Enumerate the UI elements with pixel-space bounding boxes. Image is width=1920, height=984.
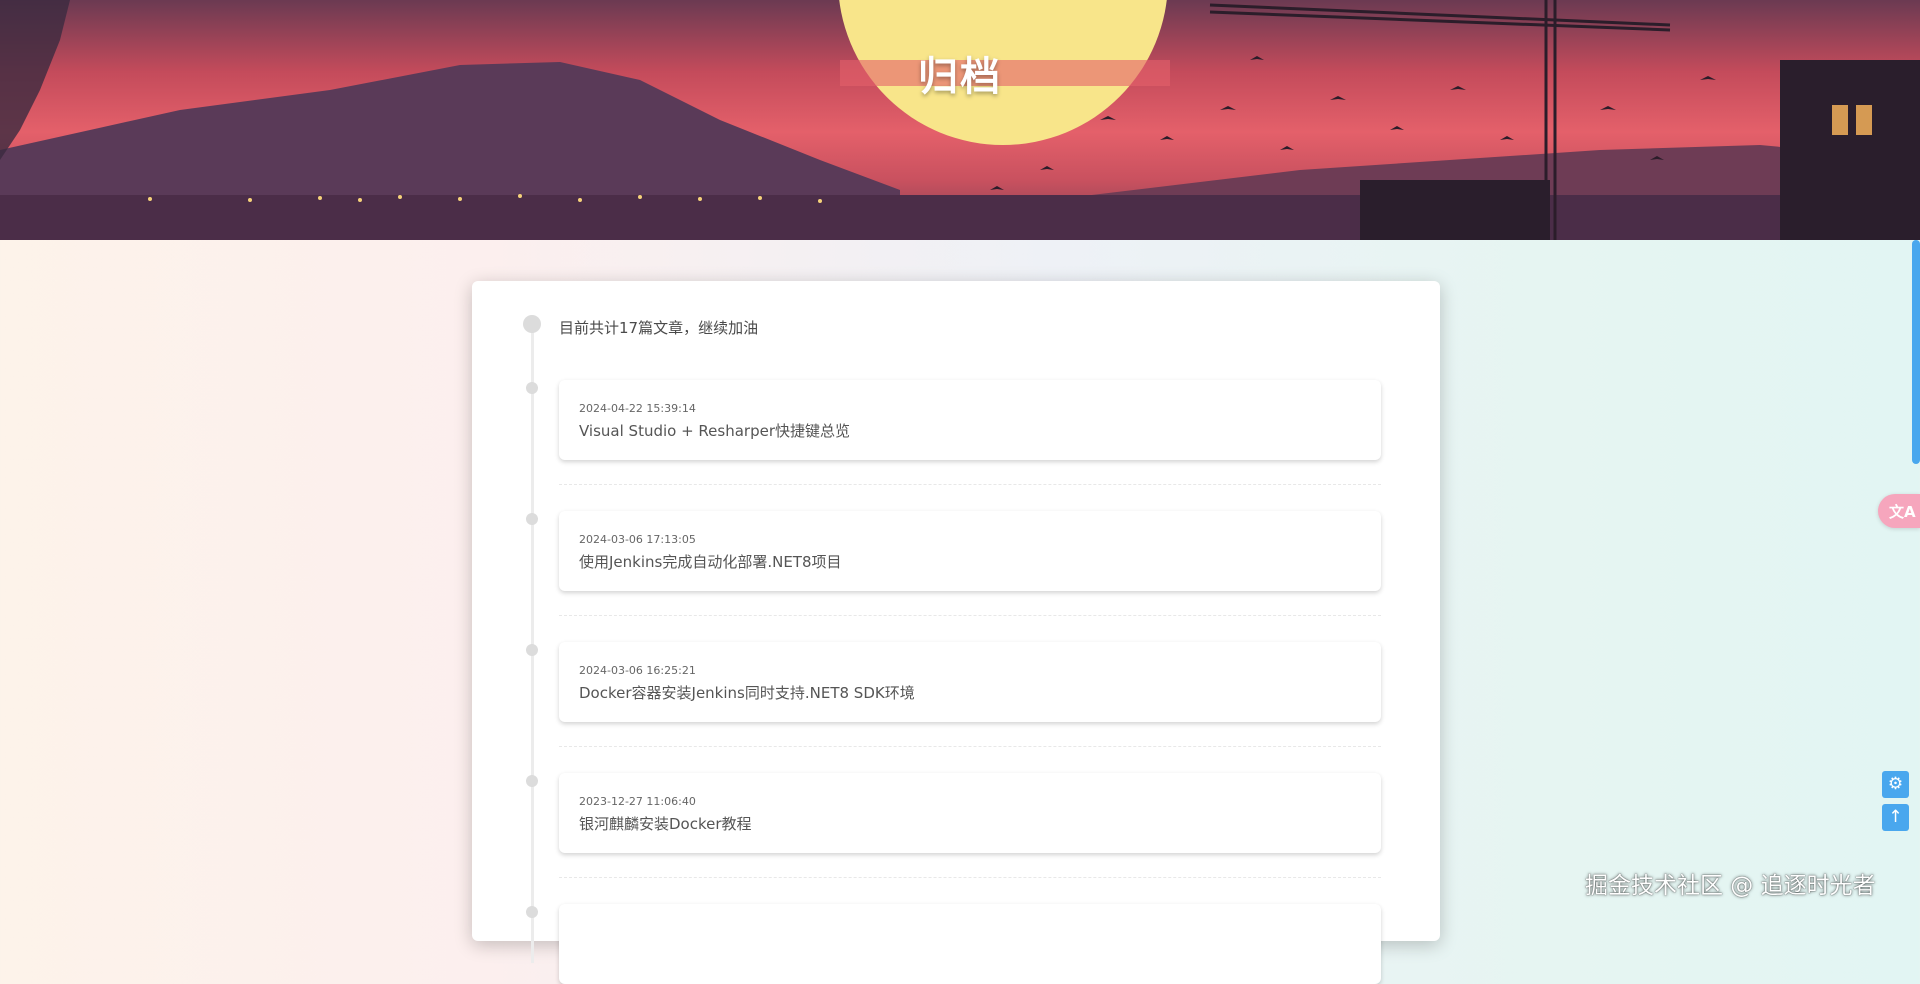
timeline-dot [523, 315, 541, 333]
scrollbar-thumb[interactable] [1912, 240, 1920, 464]
post-title-link[interactable]: 银河麒麟安装Docker教程 [579, 813, 752, 834]
post-date: 2024-04-22 15:39:14 [579, 402, 696, 415]
divider [559, 746, 1381, 747]
timeline-dot [526, 382, 538, 394]
archive-post-item[interactable]: 2024-03-06 17:13:05 使用Jenkins完成自动化部署.NET… [559, 511, 1381, 591]
page-title: 归档 [918, 54, 1002, 100]
watermark: 掘金技术社区 @ 追逐时光者 [1585, 873, 1876, 899]
archive-post-item[interactable] [559, 904, 1381, 984]
timeline-dot [526, 513, 538, 525]
timeline-dot [526, 775, 538, 787]
post-title-link[interactable]: 使用Jenkins完成自动化部署.NET8项目 [579, 551, 842, 572]
archive-post-item[interactable]: 2024-03-06 16:25:21 Docker容器安装Jenkins同时支… [559, 642, 1381, 722]
archive-card: 目前共计17篇文章，继续加油 2024-04-22 15:39:14 Visua… [472, 281, 1440, 984]
post-title-link[interactable]: Docker容器安装Jenkins同时支持.NET8 SDK环境 [579, 682, 915, 703]
divider [559, 877, 1381, 878]
article-count-text: 目前共计17篇文章，继续加油 [559, 319, 759, 337]
back-to-top-button[interactable]: ↑ [1882, 804, 1909, 831]
arrow-up-icon: ↑ [1888, 807, 1903, 827]
settings-button[interactable]: ⚙ [1882, 771, 1909, 798]
post-date: 2024-03-06 16:25:21 [579, 664, 696, 677]
timeline-line [531, 323, 534, 963]
timeline-dot [526, 644, 538, 656]
post-date: 2023-12-27 11:06:40 [579, 795, 696, 808]
hero-banner: 归档 [0, 0, 1920, 240]
archive-post-item[interactable]: 2023-12-27 11:06:40 银河麒麟安装Docker教程 [559, 773, 1381, 853]
sunset-illustration [0, 0, 1920, 240]
archive-post-item[interactable]: 2024-04-22 15:39:14 Visual Studio + Resh… [559, 380, 1381, 460]
divider [559, 484, 1381, 485]
divider [559, 615, 1381, 616]
post-title-link[interactable]: Visual Studio + Resharper快捷键总览 [579, 420, 850, 441]
post-date: 2024-03-06 17:13:05 [579, 533, 696, 546]
timeline-dot [526, 906, 538, 918]
gear-icon: ⚙ [1887, 774, 1904, 794]
